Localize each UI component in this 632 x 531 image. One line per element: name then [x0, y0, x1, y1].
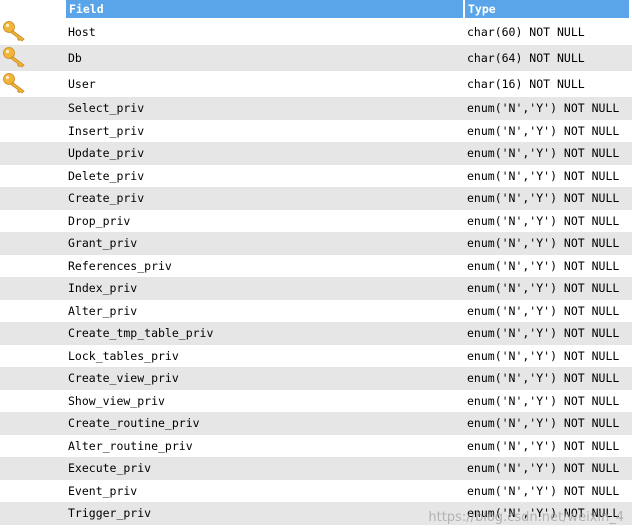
field-type-cell: enum('N','Y') NOT NULL: [467, 416, 620, 430]
table-row[interactable]: Db char(64) NOT NULL: [0, 45, 632, 71]
table-row[interactable]: Drop_priv enum('N','Y') NOT NULL: [0, 209, 632, 232]
table-row[interactable]: Update_priv enum('N','Y') NOT NULL: [0, 142, 632, 165]
field-type-cell: enum('N','Y') NOT NULL: [467, 483, 620, 498]
table-body: Host char(60) NOT NULL Db char(64) NOT NUL…: [0, 19, 632, 525]
table-row[interactable]: Alter_priv enum('N','Y') NOT NULL: [0, 299, 632, 322]
field-type-cell: enum('N','Y') NOT NULL: [467, 191, 620, 205]
field-name-cell: Execute_priv: [68, 461, 152, 475]
field-name-cell: Alter_routine_priv: [68, 438, 193, 453]
field-type-cell: enum('N','Y') NOT NULL: [467, 303, 620, 318]
table-row[interactable]: Insert_priv enum('N','Y') NOT NULL: [0, 119, 632, 142]
field-type-cell: enum('N','Y') NOT NULL: [467, 101, 620, 115]
field-type-cell: char(64) NOT NULL: [467, 51, 585, 65]
table-row[interactable]: Delete_priv enum('N','Y') NOT NULL: [0, 164, 632, 187]
field-name-cell: Lock_tables_priv: [68, 348, 179, 363]
field-name-cell: References_priv: [68, 258, 172, 273]
table-row[interactable]: Execute_priv enum('N','Y') NOT NULL: [0, 457, 632, 480]
table-structure-grid: Field Type Host char(60) NOT NULL Db char(…: [0, 0, 632, 525]
field-type-cell: enum('N','Y') NOT NULL: [467, 348, 620, 363]
field-type-cell: enum('N','Y') NOT NULL: [467, 146, 620, 160]
table-row[interactable]: Grant_priv enum('N','Y') NOT NULL: [0, 232, 632, 255]
primary-key-icon: [2, 20, 28, 42]
field-name-cell: User: [68, 77, 96, 91]
field-type-cell: enum('N','Y') NOT NULL: [467, 393, 620, 408]
table-row[interactable]: Event_priv enum('N','Y') NOT NULL: [0, 479, 632, 502]
field-type-cell: enum('N','Y') NOT NULL: [467, 281, 620, 295]
field-name-cell: Index_priv: [68, 281, 138, 295]
table-row[interactable]: References_priv enum('N','Y') NOT NULL: [0, 254, 632, 277]
primary-key-icon: [2, 46, 28, 68]
field-name-cell: Drop_priv: [68, 213, 131, 228]
field-name-cell: Trigger_priv: [68, 506, 152, 520]
table-row[interactable]: Create_tmp_table_priv enum('N','Y') NOT N…: [0, 322, 632, 345]
field-name-cell: Select_priv: [68, 101, 145, 115]
table-row[interactable]: Show_view_priv enum('N','Y') NOT NULL: [0, 389, 632, 412]
field-name-cell: Insert_priv: [68, 123, 145, 138]
field-type-cell: enum('N','Y') NOT NULL: [467, 168, 620, 183]
column-header-type[interactable]: Type: [465, 0, 629, 18]
table-row[interactable]: Create_view_priv enum('N','Y') NOT NULL: [0, 367, 632, 390]
table-row[interactable]: Create_priv enum('N','Y') NOT NULL: [0, 187, 632, 210]
field-name-cell: Create_routine_priv: [68, 416, 200, 430]
field-type-cell: enum('N','Y') NOT NULL: [467, 371, 620, 385]
watermark: https://blog.csdn.net/weixin_4: [428, 510, 624, 525]
field-type-cell: char(60) NOT NULL: [467, 25, 585, 39]
table-row[interactable]: Alter_routine_priv enum('N','Y') NOT NULL: [0, 434, 632, 457]
column-header-field[interactable]: Field: [66, 0, 463, 18]
field-name-cell: Update_priv: [68, 146, 145, 160]
field-name-cell: Host: [68, 25, 96, 39]
table-row[interactable]: User char(16) NOT NULL: [0, 71, 632, 97]
field-type-cell: char(16) NOT NULL: [467, 77, 585, 91]
field-name-cell: Create_priv: [68, 191, 145, 205]
field-type-cell: enum('N','Y') NOT NULL: [467, 258, 620, 273]
field-name-cell: Db: [68, 51, 82, 65]
field-name-cell: Create_tmp_table_priv: [68, 326, 214, 340]
table-row[interactable]: Host char(60) NOT NULL: [0, 19, 632, 45]
field-name-cell: Delete_priv: [68, 168, 145, 183]
field-type-cell: enum('N','Y') NOT NULL: [467, 213, 620, 228]
field-name-cell: Grant_priv: [68, 236, 138, 250]
field-type-cell: enum('N','Y') NOT NULL: [467, 326, 620, 340]
table-row[interactable]: Create_routine_priv enum('N','Y') NOT NUL…: [0, 412, 632, 435]
field-name-cell: Show_view_priv: [68, 393, 165, 408]
field-name-cell: Event_priv: [68, 483, 138, 498]
field-type-cell: enum('N','Y') NOT NULL: [467, 236, 620, 250]
field-name-cell: Alter_priv: [68, 303, 138, 318]
table-header: Field Type: [0, 0, 632, 19]
field-type-cell: enum('N','Y') NOT NULL: [467, 123, 620, 138]
table-row[interactable]: Lock_tables_priv enum('N','Y') NOT NULL: [0, 344, 632, 367]
primary-key-icon: [2, 72, 28, 94]
table-row[interactable]: Index_priv enum('N','Y') NOT NULL: [0, 277, 632, 300]
table-row[interactable]: Select_priv enum('N','Y') NOT NULL: [0, 97, 632, 120]
field-name-cell: Create_view_priv: [68, 371, 179, 385]
field-type-cell: enum('N','Y') NOT NULL: [467, 438, 620, 453]
field-type-cell: enum('N','Y') NOT NULL: [467, 461, 620, 475]
